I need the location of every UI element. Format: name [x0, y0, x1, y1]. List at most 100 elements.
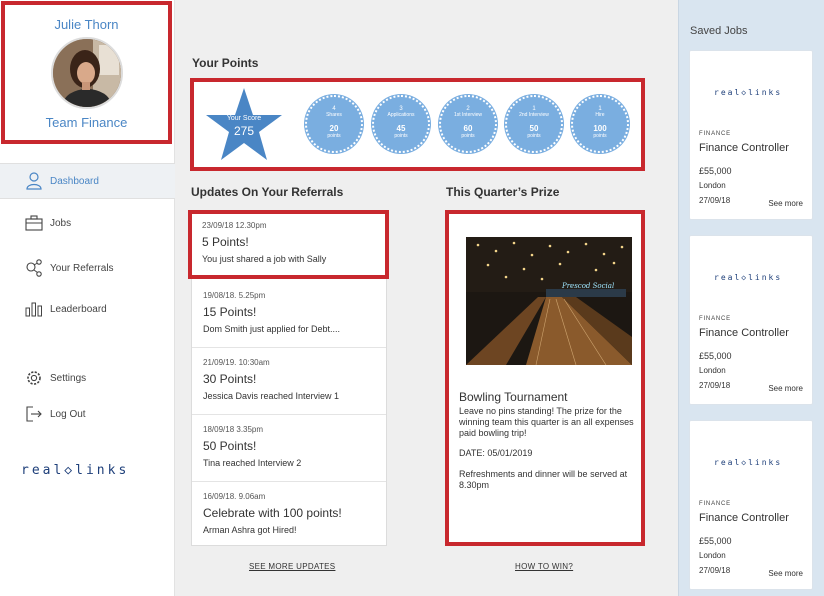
badge-label: 2nd Interview [519, 112, 549, 118]
badge-shares: 4 Shares 20 points [305, 95, 363, 153]
update-item[interactable]: 19/08/18. 5.25pm 15 Points! Dom Smith ju… [192, 281, 386, 348]
badge-value: 50 [529, 124, 539, 133]
briefcase-icon [24, 213, 44, 233]
update-date: 18/09/18 3.35pm [203, 425, 264, 434]
prize-card: Prescod Social Bowling Tournament Leave … [445, 210, 645, 546]
prize-extra: Refreshments and dinner will be served a… [459, 469, 628, 490]
prize-image-sign: Prescod Social [561, 282, 614, 290]
see-more-link[interactable]: See more [768, 569, 803, 578]
job-title: Finance Controller [699, 327, 789, 339]
update-item-highlighted[interactable]: 23/09/18 12.30pm 5 Points! You just shar… [188, 210, 389, 279]
saved-job-card[interactable]: real◇links FINANCE Finance Controller £5… [689, 235, 813, 405]
sidebar-item-label: Jobs [50, 217, 72, 229]
job-location: London [699, 551, 726, 560]
saved-job-card[interactable]: real◇links FINANCE Finance Controller £5… [689, 50, 813, 220]
update-date: 21/09/19. 10:30am [203, 358, 270, 367]
sidebar-item-referrals[interactable]: Your Referrals [0, 250, 175, 286]
badge-first-interview: 2 1st Interview 60 points [439, 95, 497, 153]
update-text: Jessica Davis reached Interview 1 [203, 391, 340, 401]
user-icon [24, 171, 44, 191]
update-text: Arman Ashra got Hired! [203, 525, 297, 535]
update-title: 5 Points! [202, 235, 249, 249]
sidebar-item-label: Dashboard [50, 175, 99, 187]
saved-jobs-title: Saved Jobs [690, 25, 748, 37]
update-title: 15 Points! [203, 305, 257, 319]
score-text: Your Score 275 [204, 85, 284, 138]
avatar [50, 37, 123, 109]
sidebar-item-label: Log Out [50, 408, 86, 420]
update-date: 16/09/18. 9.06am [203, 492, 266, 501]
badge-label: Hire [595, 112, 605, 118]
prize-section-title: This Quarter’s Prize [446, 185, 560, 199]
badge-applications: 3 Applications 45 points [372, 95, 430, 153]
update-text: Dom Smith just applied for Debt.... [203, 324, 341, 334]
update-date: 23/09/18 12.30pm [202, 221, 267, 230]
prize-title: Bowling Tournament [459, 390, 568, 404]
job-title: Finance Controller [699, 142, 789, 154]
sidebar-item-dashboard[interactable]: Dashboard [0, 163, 175, 199]
saved-job-card[interactable]: real◇links FINANCE Finance Controller £5… [689, 420, 813, 590]
score-star: Your Score 275 [204, 85, 284, 165]
see-more-link[interactable]: See more [768, 384, 803, 393]
sidebar-nav: Dashboard Jobs Your Referrals Leaderboar… [0, 163, 175, 432]
badge-label: Shares [326, 112, 342, 118]
badge-label: 1st Interview [453, 112, 483, 118]
sidebar-item-label: Your Referrals [50, 262, 114, 274]
badge-unit: points [593, 133, 607, 139]
job-location: London [699, 181, 726, 190]
badge-unit: points [394, 133, 408, 139]
update-item[interactable]: 16/09/18. 9.06am Celebrate with 100 poin… [192, 482, 386, 549]
job-category: FINANCE [699, 501, 731, 507]
prize-date: DATE: 05/01/2019 [459, 448, 533, 458]
logout-icon [24, 404, 44, 424]
job-date: 27/09/18 [699, 566, 731, 575]
job-title: Finance Controller [699, 512, 789, 524]
job-salary: £55,000 [699, 166, 732, 176]
update-title: Celebrate with 100 points! [203, 506, 342, 520]
sidebar-item-settings[interactable]: Settings [0, 360, 175, 396]
reallinks-logo: real◇links [714, 273, 783, 282]
job-date: 27/09/18 [699, 381, 731, 390]
job-salary: £55,000 [699, 351, 732, 361]
sidebar-item-leaderboard[interactable]: Leaderboard [0, 291, 175, 327]
sidebar-item-jobs[interactable]: Jobs [0, 205, 175, 241]
prize-image: Prescod Social [466, 237, 632, 365]
referral-icon [24, 258, 44, 278]
see-more-updates-link[interactable]: SEE MORE UPDATES [249, 562, 335, 571]
update-item[interactable]: 21/09/19. 10:30am 30 Points! Jessica Dav… [192, 348, 386, 415]
badge-value: 45 [396, 124, 406, 133]
badge-second-interview: 1 2nd Interview 50 points [505, 95, 563, 153]
points-panel: Your Score 275 4 Shares 20 points 3 Appl… [190, 78, 645, 171]
badge-hire: 1 Hire 100 points [571, 95, 629, 153]
badge-unit: points [527, 133, 541, 139]
job-category: FINANCE [699, 131, 731, 137]
sidebar-item-label: Settings [50, 372, 87, 384]
reallinks-logo: real◇links [21, 463, 130, 478]
update-text: Tina reached Interview 2 [203, 458, 302, 468]
how-to-win-link[interactable]: HOW TO WIN? [515, 562, 573, 571]
update-date: 19/08/18. 5.25pm [203, 291, 266, 300]
see-more-link[interactable]: See more [768, 199, 803, 208]
sidebar-item-logout[interactable]: Log Out [0, 396, 175, 432]
points-section-title: Your Points [192, 56, 259, 70]
update-title: 50 Points! [203, 439, 257, 453]
sidebar-item-label: Leaderboard [50, 303, 107, 315]
reallinks-logo: real◇links [714, 88, 783, 97]
bar-chart-icon [24, 299, 44, 319]
badge-unit: points [327, 133, 341, 139]
saved-jobs-panel: Saved Jobs real◇links FINANCE Finance Co… [678, 0, 824, 596]
badge-value: 100 [593, 124, 607, 133]
update-item[interactable]: 18/09/18 3.35pm 50 Points! Tina reached … [192, 415, 386, 482]
updates-section-title: Updates On Your Referrals [191, 185, 344, 199]
score-label: Your Score [226, 115, 262, 122]
update-title: 30 Points! [203, 372, 257, 386]
profile-name: Julie Thorn [54, 17, 119, 32]
job-date: 27/09/18 [699, 196, 731, 205]
profile-card: Julie Thorn Team Finance [1, 1, 172, 144]
badge-value: 20 [329, 124, 339, 133]
job-category: FINANCE [699, 316, 731, 322]
badge-unit: points [461, 133, 475, 139]
job-salary: £55,000 [699, 536, 732, 546]
job-location: London [699, 366, 726, 375]
gear-icon [24, 368, 44, 388]
